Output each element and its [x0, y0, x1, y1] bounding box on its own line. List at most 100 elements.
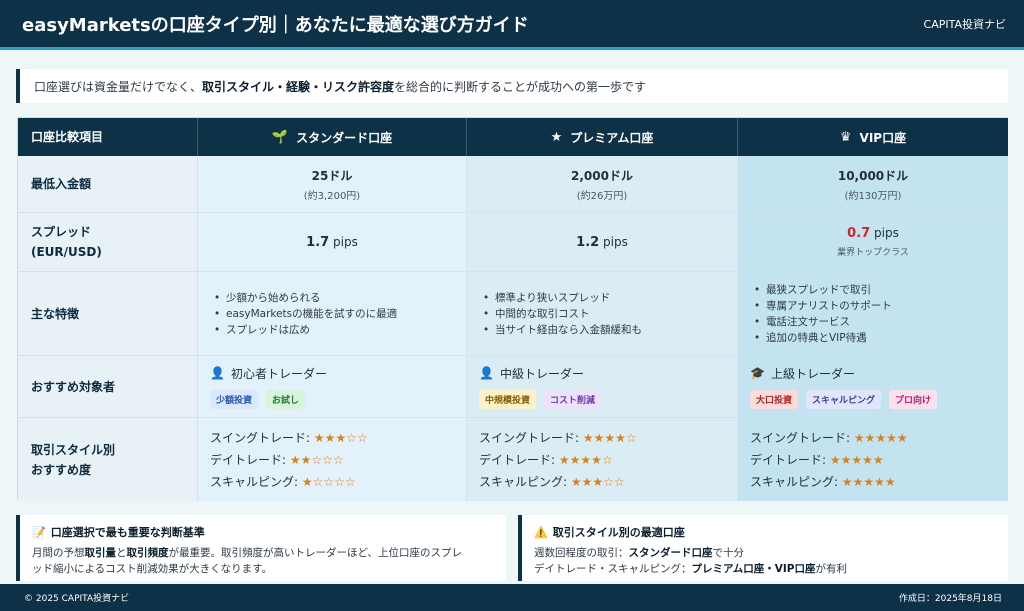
box-text-bold: スタンダード口座	[628, 547, 713, 559]
features-vip: 最狭スプレッドで取引 専属アナリストのサポート 電話注文サービス 追加の特典とV…	[738, 272, 1008, 355]
style-name: スキャルピング:	[479, 474, 568, 489]
style-name: スイングトレード:	[210, 430, 311, 445]
memo-icon: 📝	[32, 525, 46, 539]
table-row-style: 取引スタイル別 おすすめ度 スイングトレード: ★★★☆☆ デイトレード: ★★☆…	[18, 418, 1008, 501]
row-label: 主な特徴	[18, 272, 198, 355]
rating-row: スイングトレード: ★★★★★	[750, 427, 1008, 449]
star-rating: ★★★★★	[841, 474, 896, 489]
tag-badge: スキャルピング	[806, 389, 882, 409]
box-text: ッド縮小によるコスト削減効果が大きくなります。	[32, 563, 273, 575]
page-header: easyMarketsの口座タイプ別｜あなたに最適な選び方ガイド CAPITA投…	[0, 0, 1024, 50]
box-title: 取引スタイル別の最適口座	[552, 526, 685, 539]
star-icon: ★	[550, 129, 563, 145]
star-rating: ★★★★★	[829, 452, 884, 467]
star-rating: ★★★★☆	[582, 430, 637, 445]
spread-value: 0.7	[847, 226, 871, 241]
row-label-line1: スプレッド	[31, 225, 92, 239]
spread-value: 1.7	[306, 234, 330, 250]
deposit-vip: 10,000ドル (約130万円)	[738, 156, 1008, 212]
box-text: と	[116, 547, 127, 559]
tag-badge: プロ向け	[889, 389, 938, 409]
style-standard: スイングトレード: ★★★☆☆ デイトレード: ★★☆☆☆ スキャルピング: ★…	[198, 418, 467, 501]
optimal-account-box: ⚠️ 取引スタイル別の最適口座 週数回程度の取引：スタンダード口座で十分 デイトレ…	[518, 515, 1008, 581]
copyright: © 2025 CAPITA投資ナビ	[24, 594, 130, 604]
row-label: おすすめ対象者	[18, 356, 198, 417]
box-text-bold: 取引頻度	[126, 547, 169, 559]
list-item: 最狭スプレッドで取引	[752, 282, 1008, 298]
style-name: デイトレード:	[210, 452, 287, 467]
deposit-amount: 10,000ドル	[837, 168, 909, 183]
rating-row: スキャルピング: ★★★★★	[750, 471, 1008, 493]
column-label: スタンダード口座	[296, 130, 393, 145]
row-label: スプレッド (EUR/USD)	[18, 213, 198, 271]
graduate-icon: 🎓	[750, 366, 765, 380]
box-text: デイトレード・スキャルピング：	[534, 563, 692, 575]
style-name: デイトレード:	[750, 452, 827, 467]
style-name: デイトレード:	[479, 452, 556, 467]
deposit-standard: 25ドル (約3,200円)	[198, 156, 467, 212]
spread-premium: 1.2 pips	[467, 213, 738, 271]
deposit-amount: 2,000ドル	[571, 168, 633, 183]
star-rating: ★★★★★	[853, 430, 908, 445]
column-header-vip: ♛ VIP口座	[738, 118, 1008, 156]
table-header-row: 口座比較項目 🌱 スタンダード口座 ★ プレミアム口座 ♛ VIP口座	[18, 118, 1008, 156]
rating-row: スイングトレード: ★★★☆☆	[210, 427, 466, 449]
box-text: が最重要。取引頻度が高いトレーダーほど、上位口座のスプレ	[168, 547, 462, 559]
rating-row: スキャルピング: ★★★☆☆	[479, 471, 737, 493]
tag-badge: 大口投資	[750, 389, 799, 409]
intro-text-bold: 取引スタイル・経験・リスク許容度	[202, 79, 395, 94]
row-label-line1: 取引スタイル別	[31, 442, 116, 457]
style-name: スイングトレード:	[479, 430, 580, 445]
list-item: 少額から始められる	[212, 290, 466, 306]
table-row-target: おすすめ対象者 👤 初心者トレーダー 少額投資 お試し 👤 中級トレーダー 中規模投…	[18, 356, 1008, 418]
column-header-standard: 🌱 スタンダード口座	[198, 118, 467, 156]
list-item: スプレッドは広め	[212, 322, 466, 338]
deposit-yen: (約130万円)	[844, 190, 902, 202]
box-title: 口座選択で最も重要な判断基準	[50, 526, 205, 539]
spread-unit: pips	[874, 226, 899, 240]
deposit-yen: (約26万円)	[576, 190, 628, 202]
box-text: が有利	[815, 563, 848, 575]
intro-text-after: を総合的に判断することが成功への第一歩です	[394, 79, 647, 94]
list-item: easyMarketsの機能を試すのに最適	[212, 306, 466, 322]
deposit-yen: (約3,200円)	[303, 190, 361, 202]
deposit-premium: 2,000ドル (約26万円)	[467, 156, 738, 212]
list-item: 中間的な取引コスト	[481, 306, 737, 322]
row-label: 取引スタイル別 おすすめ度	[18, 418, 198, 501]
row-label-line2: おすすめ度	[31, 462, 92, 477]
column-label: プレミアム口座	[570, 130, 654, 145]
list-item: 電話注文サービス	[752, 314, 1008, 330]
target-premium: 👤 中級トレーダー 中規模投資 コスト削減	[467, 356, 738, 417]
tag-badge: お試し	[266, 389, 306, 409]
style-name: スイングトレード:	[750, 430, 851, 445]
tag-badge: コスト削減	[544, 389, 602, 409]
target-standard: 👤 初心者トレーダー 少額投資 お試し	[198, 356, 467, 417]
features-premium: 標準より狭いスプレッド 中間的な取引コスト 当サイト経由なら入金額緩和も	[467, 272, 738, 355]
list-item: 追加の特典とVIP待遇	[752, 330, 1008, 346]
target-label: 上級トレーダー	[770, 366, 855, 381]
target-vip: 🎓 上級トレーダー 大口投資 スキャルピング プロ向け	[738, 356, 1008, 417]
tag-badge: 少額投資	[210, 389, 259, 409]
style-name: スキャルピング:	[750, 474, 839, 489]
intro-banner: 口座選びは資金量だけでなく、 取引スタイル・経験・リスク許容度 を総合的に判断するこ…	[16, 69, 1008, 103]
intro-text-before: 口座選びは資金量だけでなく、	[34, 79, 203, 94]
features-standard: 少額から始められる easyMarketsの機能を試すのに最適 スプレッドは広め	[198, 272, 467, 355]
style-vip: スイングトレード: ★★★★★ デイトレード: ★★★★★ スキャルピング: ★…	[738, 418, 1008, 501]
box-body: 月間の予想取引量と取引頻度が最重要。取引頻度が高いトレーダーほど、上位口座のスプ…	[32, 545, 506, 577]
column-header-premium: ★ プレミアム口座	[467, 118, 738, 156]
spread-standard: 1.7 pips	[198, 213, 467, 271]
comparison-table: 口座比較項目 🌱 スタンダード口座 ★ プレミアム口座 ♛ VIP口座 最低入金額 2…	[17, 117, 1008, 501]
spread-note: 業界トップクラス	[837, 248, 909, 258]
table-row-features: 主な特徴 少額から始められる easyMarketsの機能を試すのに最適 スプレ…	[18, 272, 1008, 356]
box-text: 週数回程度の取引：	[534, 547, 629, 559]
rating-row: デイトレード: ★★☆☆☆	[210, 449, 466, 471]
column-label: VIP口座	[859, 130, 907, 145]
target-label: 初心者トレーダー	[230, 366, 327, 381]
list-item: 専属アナリストのサポート	[752, 298, 1008, 314]
star-rating: ★★★★☆	[558, 452, 613, 467]
table-row-deposit: 最低入金額 25ドル (約3,200円) 2,000ドル (約26万円) 10,00…	[18, 156, 1008, 213]
box-text-bold: 取引量	[84, 547, 117, 559]
row-label-line2: (EUR/USD)	[31, 245, 102, 259]
seedling-icon: 🌱	[271, 129, 289, 145]
spread-unit: pips	[603, 234, 628, 249]
